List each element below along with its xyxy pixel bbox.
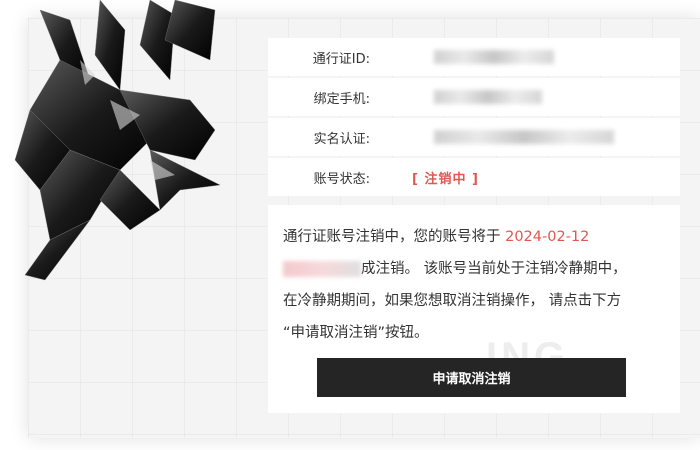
realname-label: 实名认证: bbox=[313, 131, 370, 147]
realname-row: 实名认证: bbox=[268, 118, 680, 156]
notice-line3: 在冷静期期间，如果您想取消注销操作， 请点击下方 bbox=[283, 293, 622, 309]
request-cancel-deletion-button[interactable]: 申请取消注销 bbox=[317, 358, 626, 397]
phone-row: 绑定手机: bbox=[268, 78, 680, 116]
notice-date: 2024-02-12 bbox=[505, 229, 590, 245]
deletion-notice-text: 通行证账号注销中，您的账号将于 2024-02-12 成注销。 该账号当前处于注… bbox=[283, 221, 673, 349]
notice-line1: 通行证账号注销中，您的账号将于 bbox=[283, 229, 506, 245]
notice-line4: “申请取消注销”按钮。 bbox=[283, 325, 429, 341]
dark-crystal-creature-icon bbox=[14, 0, 221, 281]
notice-time-blurred bbox=[283, 261, 361, 277]
deletion-notice-card: ING 通行证账号注销中，您的账号将于 2024-02-12 成注销。 该账号当… bbox=[268, 205, 680, 413]
status-value: [ 注销中 ] bbox=[412, 171, 479, 187]
account-id-value-blurred bbox=[434, 50, 554, 64]
status-label: 账号状态: bbox=[313, 171, 370, 187]
account-id-label: 通行证ID: bbox=[312, 51, 370, 67]
phone-label: 绑定手机: bbox=[313, 91, 370, 107]
realname-value-blurred bbox=[434, 130, 614, 144]
notice-line2: 成注销。 该账号当前处于注销冷静期中， bbox=[361, 261, 627, 277]
phone-value-blurred bbox=[434, 90, 542, 104]
status-row: 账号状态: [ 注销中 ] bbox=[268, 158, 680, 196]
account-id-row: 通行证ID: bbox=[268, 38, 680, 76]
